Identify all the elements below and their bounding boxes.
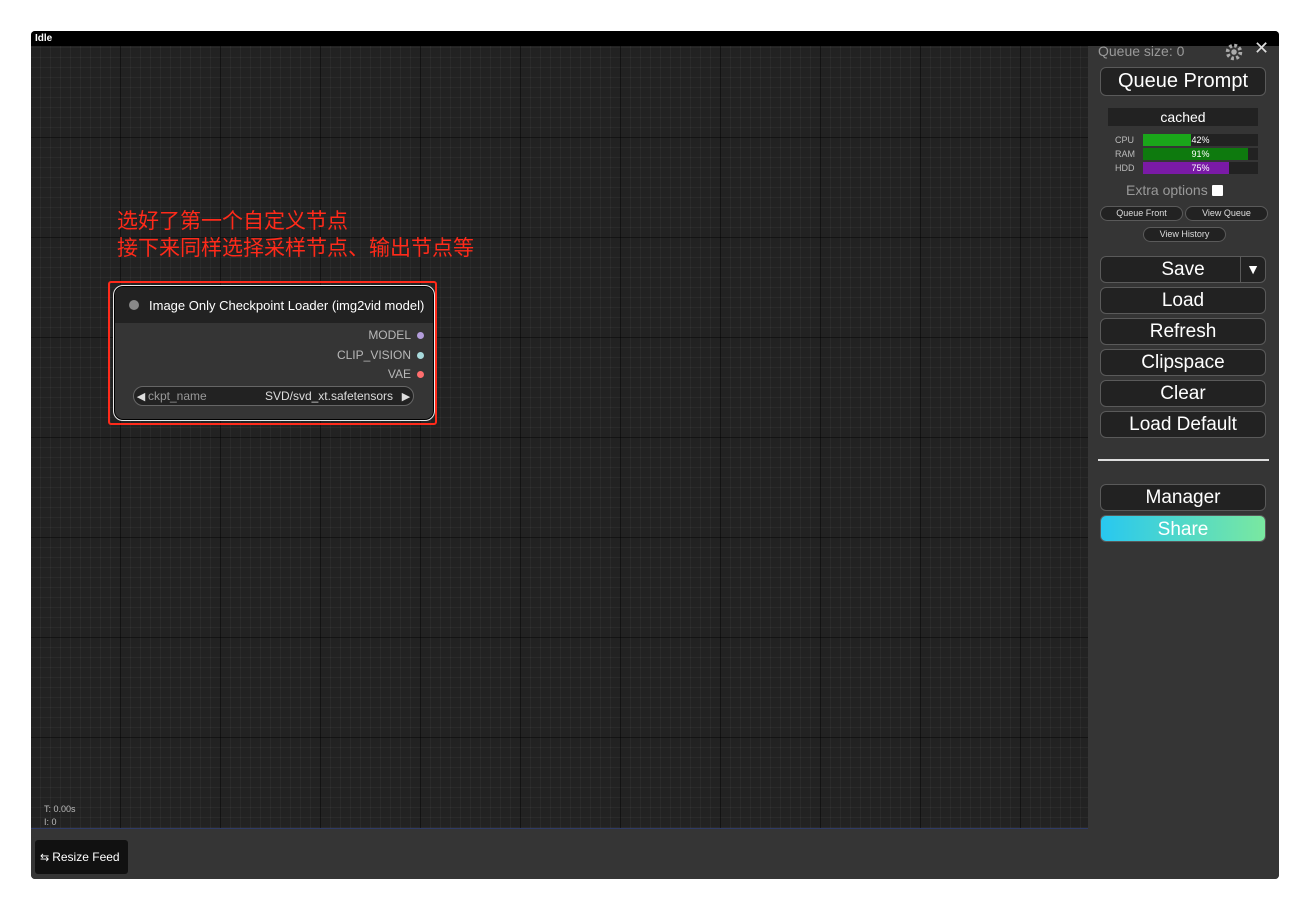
save-button[interactable]: Save ▼ [1100, 256, 1266, 283]
stats-time: T: 0.00s [44, 804, 76, 814]
clear-button[interactable]: Clear [1100, 380, 1266, 407]
annotation-line-2: 接下来同样选择采样节点、输出节点等 [117, 236, 474, 260]
cpu-monitor: CPU 42% [1115, 134, 1258, 146]
load-button[interactable]: Load [1100, 287, 1266, 314]
output-slot-dot[interactable] [417, 331, 424, 339]
monitor-label: HDD [1115, 163, 1135, 173]
resize-arrows-icon: ⇆ [40, 851, 50, 864]
output-slot-dot[interactable] [417, 370, 424, 378]
annotation-line-1: 选好了第一个自定义节点 [117, 209, 348, 233]
save-label: Save [1161, 259, 1205, 280]
monitor-value: 75% [1191, 163, 1210, 173]
menu-divider [1098, 459, 1269, 461]
resize-feed-label: Resize Feed [52, 850, 120, 864]
combo-value: SVD/svd_xt.safetensors [264, 389, 393, 403]
resize-feed-button[interactable]: ⇆ Resize Feed [35, 840, 128, 874]
combo-next-arrow-icon[interactable]: ▶ [399, 390, 413, 403]
view-queue-button[interactable]: View Queue [1185, 206, 1268, 221]
output-model[interactable]: MODEL [368, 328, 424, 342]
ram-monitor: RAM 91% [1115, 148, 1258, 160]
cached-status: cached [1108, 108, 1258, 126]
load-default-button[interactable]: Load Default [1100, 411, 1266, 438]
gear-icon[interactable] [1223, 41, 1245, 63]
manager-button[interactable]: Manager [1100, 484, 1266, 511]
monitor-value: 91% [1191, 149, 1210, 159]
monitor-track: 91% [1143, 148, 1258, 160]
status-title: Idle [31, 31, 1279, 46]
close-icon[interactable]: ✕ [1254, 38, 1269, 59]
node-header[interactable]: Image Only Checkpoint Loader (img2vid mo… [115, 287, 433, 323]
combo-name: ckpt_name [148, 389, 207, 403]
output-clip-vision[interactable]: CLIP_VISION [337, 348, 424, 362]
output-label: VAE [387, 367, 411, 381]
node-collapse-dot[interactable] [129, 300, 139, 310]
output-slot-dot[interactable] [417, 351, 424, 359]
clipspace-button[interactable]: Clipspace [1100, 349, 1266, 376]
output-vae[interactable]: VAE [388, 367, 424, 381]
monitor-label: RAM [1115, 149, 1135, 159]
output-label: CLIP_VISION [336, 348, 411, 362]
combo-prev-arrow-icon[interactable]: ◀ [134, 390, 148, 403]
hdd-monitor: HDD 75% [1115, 162, 1258, 174]
feed-area [31, 829, 1088, 879]
queue-size: Queue size: 0 [1098, 43, 1185, 59]
ckpt-name-combo[interactable]: ◀ ckpt_name SVD/svd_xt.safetensors ▶ [133, 386, 414, 406]
refresh-button[interactable]: Refresh [1100, 318, 1266, 345]
output-label: MODEL [368, 328, 411, 342]
extra-options[interactable]: Extra options [1126, 182, 1223, 198]
stats-iter: I: 0 [44, 817, 57, 827]
queue-prompt-button[interactable]: Queue Prompt [1100, 67, 1266, 96]
node-title: Image Only Checkpoint Loader (img2vid mo… [149, 297, 425, 313]
checkpoint-loader-node[interactable]: Image Only Checkpoint Loader (img2vid mo… [113, 285, 435, 421]
extra-options-checkbox[interactable] [1211, 184, 1223, 196]
share-button[interactable]: Share [1100, 515, 1266, 542]
side-menu: Queue size: 0 ✕ Queue Prompt cached CPU … [1088, 38, 1279, 879]
monitor-value: 42% [1191, 135, 1210, 145]
queue-front-button[interactable]: Queue Front [1100, 206, 1183, 221]
comfyui-window: Idle 选好了第一个自定义节点 接下来同样选择采样节点、输出节点等 Image… [31, 31, 1279, 879]
monitor-label: CPU [1115, 135, 1135, 145]
node-graph-canvas[interactable]: 选好了第一个自定义节点 接下来同样选择采样节点、输出节点等 Image Only… [31, 46, 1088, 828]
view-history-button[interactable]: View History [1143, 227, 1226, 242]
monitor-track: 75% [1143, 162, 1258, 174]
monitor-track: 42% [1143, 134, 1258, 146]
save-dropdown-icon[interactable]: ▼ [1240, 257, 1265, 282]
extra-options-label: Extra options [1126, 182, 1208, 198]
